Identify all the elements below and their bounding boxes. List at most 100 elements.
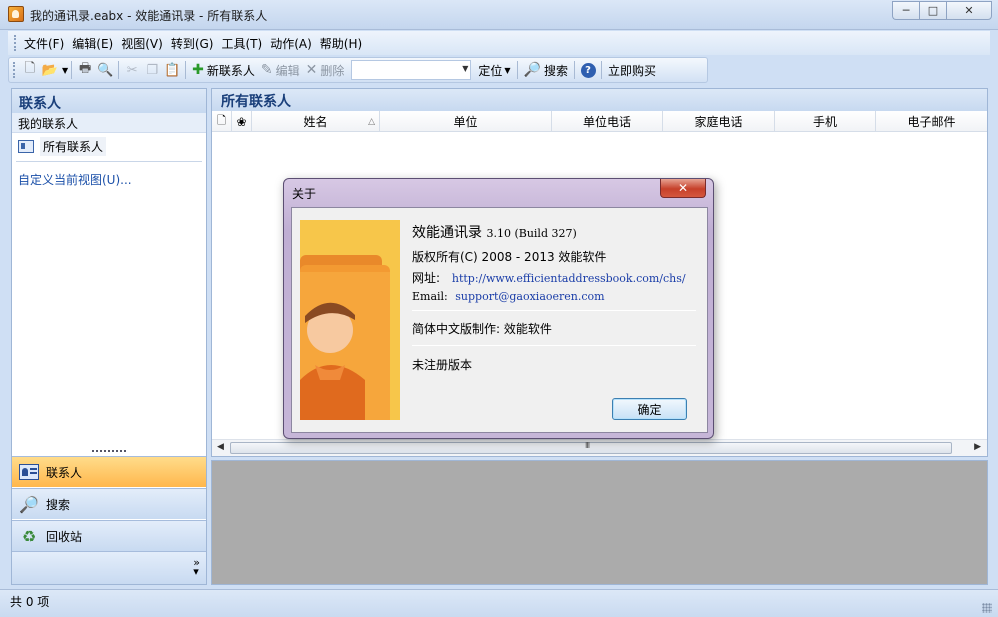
my-contacts-group[interactable]: 我的联系人 (12, 113, 206, 133)
cut-icon[interactable]: ✂ (122, 60, 142, 80)
contacts-list-header: 所有联系人 (212, 89, 987, 111)
new-contact-button[interactable]: ✚ 新联系人 (189, 60, 258, 80)
nav-contacts[interactable]: 联系人 (12, 456, 206, 487)
toolbar-separator (118, 61, 120, 79)
menu-actions[interactable]: 动作(A) (267, 35, 315, 52)
locate-button[interactable]: 定位 ▼ (475, 60, 513, 80)
divider (16, 161, 202, 162)
menu-view[interactable]: 视图(V) (118, 35, 166, 52)
folder-pane: 联系人 我的联系人 所有联系人 自定义当前视图(U)... 联系人 🔎 搜索 ♻… (11, 88, 207, 585)
locate-combo[interactable]: ▼ (351, 60, 472, 80)
nav-search[interactable]: 🔎 搜索 (12, 488, 206, 519)
customize-view-link[interactable]: 自定义当前视图(U)... (18, 171, 132, 188)
window-controls: ─ □ ✕ (892, 1, 992, 20)
locate-dropdown-arrow-icon: ▼ (504, 65, 511, 75)
maximize-button[interactable]: □ (919, 1, 946, 20)
buy-now-button[interactable]: 立即购买 (605, 60, 659, 80)
toolbar-separator (574, 61, 576, 79)
open-folder-icon[interactable]: 📂 (40, 60, 60, 80)
about-url-label: 网址: (412, 271, 441, 285)
locate-label: 定位 (478, 63, 503, 78)
column-company[interactable]: 单位 (380, 111, 552, 132)
folder-all-contacts-label: 所有联系人 (40, 136, 107, 156)
print-icon[interactable]: 🖶 (75, 60, 95, 80)
about-copyright: 版权所有(C) 2008 - 2013 效能软件 (412, 250, 607, 264)
about-dialog: 关于 ✕ 效能通讯录 3.10 (Build 327) 版权所有(C) 2008… (283, 178, 714, 439)
column-work-phone-label: 单位电话 (582, 115, 631, 129)
menu-help[interactable]: 帮助(H) (317, 35, 365, 52)
recycle-bin-icon: ♻ (21, 526, 37, 546)
about-version: 3.10 (Build 327) (486, 227, 577, 240)
resize-grip-icon[interactable] (982, 603, 992, 613)
column-email[interactable]: 电子邮件 (876, 111, 987, 132)
toolbar-separator (185, 61, 187, 79)
about-divider (412, 345, 696, 346)
toolbar-separator (71, 61, 73, 79)
edit-button[interactable]: ✎ 编辑 (258, 60, 303, 80)
preview-pane (211, 460, 988, 585)
about-divider (412, 310, 696, 311)
pencil-icon: ✎ (260, 62, 273, 78)
about-email-row: Email: support@gaoxiaoeren.com (412, 290, 605, 303)
help-icon[interactable]: ? (578, 60, 598, 80)
column-email-label: 电子邮件 (907, 115, 956, 129)
pane-splitter[interactable] (92, 450, 126, 453)
nav-recycle-bin[interactable]: ♻ 回收站 (12, 520, 206, 551)
about-license-status: 未注册版本 (412, 358, 473, 372)
scrollbar-thumb[interactable] (230, 441, 952, 454)
delete-x-icon: ✕ (305, 62, 318, 78)
about-close-button[interactable]: ✕ (660, 179, 706, 198)
delete-label: 删除 (320, 63, 345, 78)
menu-edit[interactable]: 编辑(E) (69, 35, 116, 52)
column-header-row: 🗋 ❀ 姓名 △ 单位 单位电话 家庭电话 手机 电子邮件 (212, 111, 987, 132)
folder-all-contacts[interactable]: 所有联系人 (16, 136, 107, 156)
print-preview-icon[interactable]: 🔍 (95, 60, 115, 80)
column-work-phone[interactable]: 单位电话 (552, 111, 663, 132)
column-mobile[interactable]: 手机 (775, 111, 876, 132)
about-product-name: 效能通讯录 (412, 225, 482, 241)
new-contact-label: 新联系人 (206, 63, 255, 78)
contacts-icon (18, 461, 40, 483)
column-attachment[interactable]: ❀ (232, 111, 252, 132)
scroll-left-icon[interactable]: ◀ (217, 442, 224, 452)
about-url-link[interactable]: http://www.efficientaddressbook.com/chs/ (452, 272, 686, 285)
copy-icon[interactable]: ❐ (142, 60, 162, 80)
delete-button[interactable]: ✕ 删除 (303, 60, 348, 80)
scroll-right-icon[interactable]: ▶ (974, 442, 981, 452)
menu-file[interactable]: 文件(F) (21, 35, 67, 52)
window-title: 我的通讯录.eabx - 效能通讯录 - 所有联系人 (30, 9, 268, 23)
open-dropdown-arrow-icon[interactable]: ▼ (62, 66, 68, 75)
about-ok-button[interactable]: 确定 (612, 398, 687, 420)
menu-goto[interactable]: 转到(G) (168, 35, 217, 52)
column-type-icon[interactable]: 🗋 (212, 111, 232, 132)
close-button[interactable]: ✕ (946, 1, 992, 20)
search-label: 搜索 (544, 63, 569, 78)
contact-card-icon (18, 139, 34, 153)
about-email-link[interactable]: support@gaoxiaoeren.com (455, 290, 604, 303)
column-home-phone[interactable]: 家庭电话 (663, 111, 775, 132)
combo-arrow-icon[interactable]: ▼ (462, 64, 468, 73)
menu-tools[interactable]: 工具(T) (218, 35, 265, 52)
column-company-label: 单位 (453, 115, 478, 129)
column-name[interactable]: 姓名 △ (252, 111, 380, 132)
product-artwork-icon (300, 220, 400, 420)
nav-recycle-label: 回收站 (46, 529, 83, 544)
toolbar: 🗋 📂 ▼ 🖶 🔍 ✂ ❐ 📋 ✚ 新联系人 ✎ 编辑 ✕ 删除 ▼ 定位 ▼ … (8, 57, 708, 83)
nav-search-label: 搜索 (46, 497, 71, 512)
nav-contacts-label: 联系人 (46, 465, 83, 480)
paste-icon[interactable]: 📋 (162, 60, 182, 80)
edit-label: 编辑 (275, 63, 300, 78)
toolbar-separator (601, 61, 603, 79)
column-home-phone-label: 家庭电话 (694, 115, 743, 129)
toolbar-separator (516, 61, 518, 79)
minimize-button[interactable]: ─ (892, 1, 919, 20)
horizontal-scrollbar[interactable]: ◀ ▶ (212, 439, 987, 456)
toolbar-grip[interactable] (13, 62, 16, 78)
chevron-double-down-icon[interactable]: » ▾ (193, 557, 200, 577)
new-document-icon[interactable]: 🗋 (20, 60, 40, 80)
title-bar: 我的通讯录.eabx - 效能通讯录 - 所有联系人 ─ □ ✕ (0, 0, 998, 30)
about-dialog-body: 效能通讯录 3.10 (Build 327) 版权所有(C) 2008 - 20… (291, 207, 708, 433)
menu-grip[interactable] (14, 35, 17, 51)
about-dialog-title: 关于 (292, 187, 317, 201)
search-button[interactable]: 🔎 搜索 (521, 60, 571, 80)
